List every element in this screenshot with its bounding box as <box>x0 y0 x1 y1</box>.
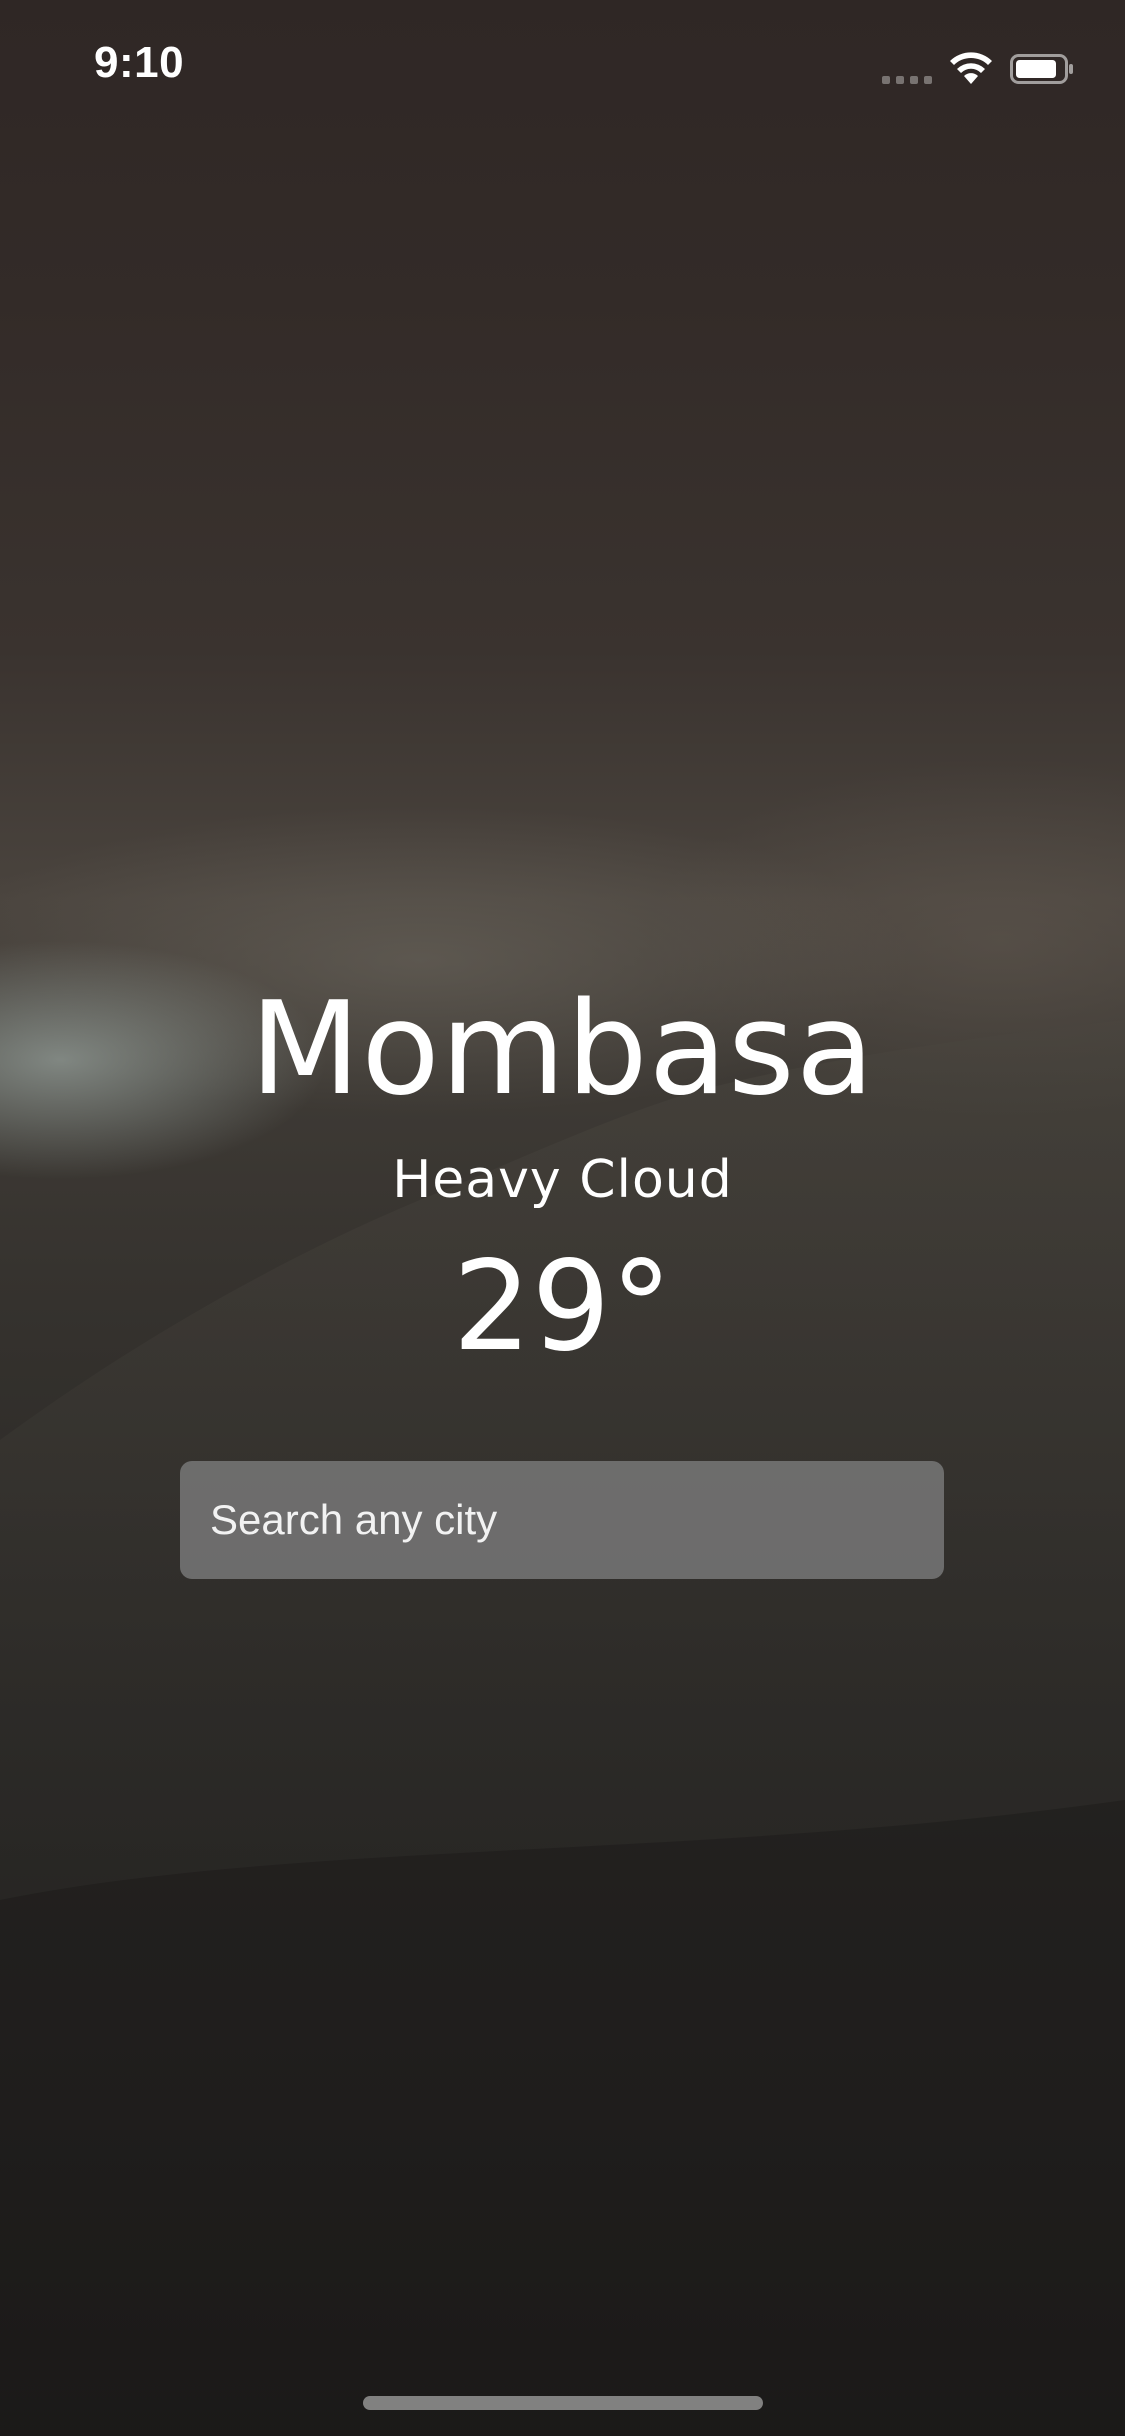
status-time: 9:10 <box>94 38 185 87</box>
cellular-signal-icon <box>882 76 932 84</box>
home-indicator[interactable] <box>363 2396 763 2410</box>
wifi-icon <box>950 52 992 84</box>
weather-condition: Heavy Cloud <box>392 1150 733 1210</box>
city-name: Mombasa <box>249 975 876 1124</box>
temperature: 29° <box>452 1235 673 1379</box>
city-search-input[interactable] <box>180 1461 944 1579</box>
battery-icon <box>1010 54 1073 84</box>
mountain-silhouette <box>0 1020 1125 2436</box>
status-bar: 9:10 <box>0 0 1125 140</box>
weather-screen: 9:10 Mombasa Heavy Cloud 29° <box>0 0 1125 2436</box>
